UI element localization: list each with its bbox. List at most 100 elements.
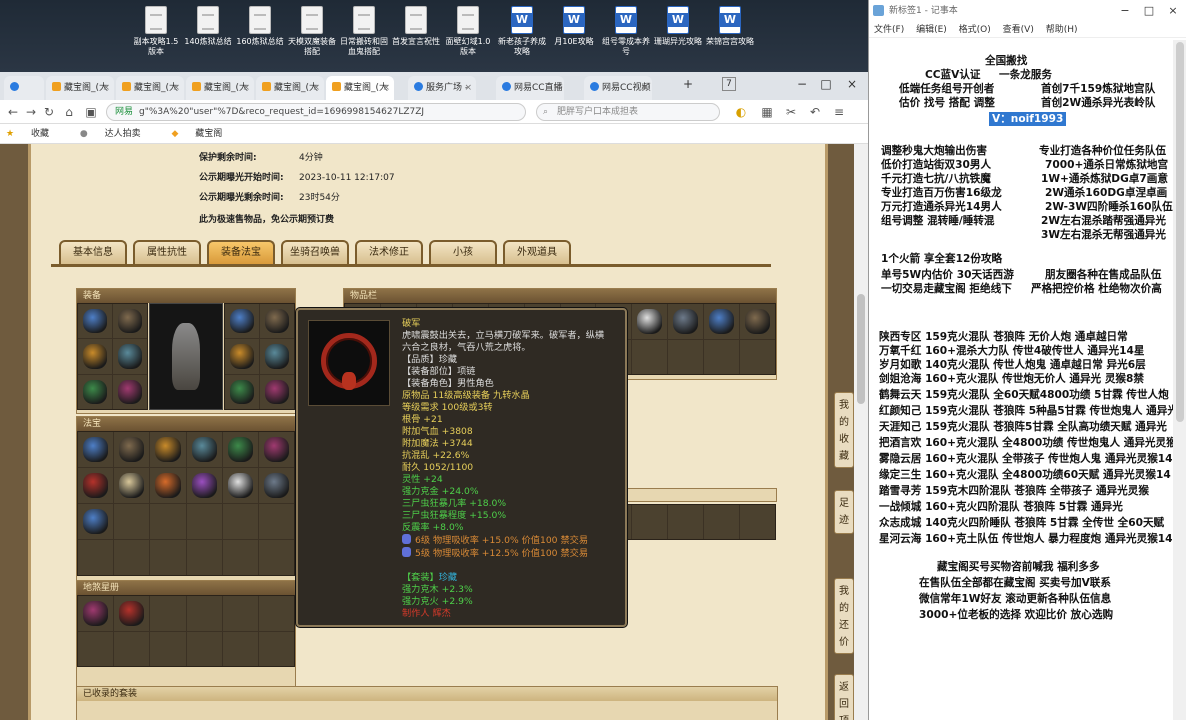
menu-view[interactable]: 查看(V) [1003,25,1034,35]
menu-edit[interactable]: 编辑(E) [916,25,947,35]
minimize-button[interactable]: − [790,74,814,94]
item-slot[interactable] [113,374,147,409]
refresh-icon[interactable]: ↻ [40,103,58,121]
extension-icon[interactable]: ◐ [732,103,750,121]
tab-basic-info[interactable]: 基本信息 [59,240,127,264]
item-slot[interactable] [222,432,258,467]
menu-file[interactable]: 文件(F) [874,25,904,35]
item-slot[interactable] [260,339,294,374]
item-slot[interactable] [150,540,186,575]
close-icon[interactable]: × [172,76,180,100]
item-slot[interactable] [114,596,150,631]
item-slot[interactable] [113,304,147,339]
close-icon[interactable]: × [242,76,250,100]
item-slot[interactable] [186,631,222,666]
browser-tab[interactable]: 藏宝阁_(大 × [186,76,254,100]
item-slot[interactable] [186,540,222,575]
tab-attributes[interactable]: 属性抗性 [133,240,201,264]
item-slot[interactable] [258,631,294,666]
tab-equipment[interactable]: 装备法宝 [207,240,275,264]
close-icon[interactable]: × [464,76,472,100]
close-icon[interactable]: × [640,76,648,100]
item-slot[interactable] [186,468,222,503]
item-slot[interactable] [260,304,294,339]
item-slot[interactable] [740,339,775,374]
maximize-button[interactable]: □ [814,74,838,94]
item-slot[interactable] [150,596,186,631]
notepad-text-area[interactable]: 全国搬找 CC蓝V认证 一条龙服务 低端任务组号开创者 首创7千159炼狱地宫队 估价 找… [869,40,1178,720]
item-slot[interactable] [114,432,150,467]
item-slot[interactable] [632,505,668,539]
bookmark-item[interactable]: ★ 收藏 [6,129,63,139]
my-favorites-button[interactable]: 我的收藏 [834,392,854,468]
desktop-icon[interactable]: 月10E攻略 [548,6,600,70]
browser-tab[interactable] [4,76,44,100]
item-slot[interactable] [258,596,294,631]
desktop-icon[interactable]: 副本攻略1.5版本 [130,6,182,70]
item-slot[interactable] [186,432,222,467]
item-slot[interactable] [150,468,186,503]
menu-icon[interactable]: ≡ [830,103,848,121]
item-slot[interactable] [78,468,114,503]
item-slot[interactable] [78,596,114,631]
tab-spells[interactable]: 法术修正 [355,240,423,264]
desktop-icon[interactable]: 140炼狱总结 [182,6,234,70]
tab-child[interactable]: 小孩 [429,240,497,264]
item-slot[interactable] [114,631,150,666]
item-slot[interactable] [704,339,740,374]
tab-appearance[interactable]: 外观道具 [503,240,571,264]
item-slot[interactable] [225,374,259,409]
item-slot[interactable] [704,304,740,339]
browser-tab[interactable]: 藏宝阁_(大 × [116,76,184,100]
browser-tab[interactable]: 网易CC视频 × [584,76,652,100]
desktop-icon[interactable]: 天模双魔装备搭配 [286,6,338,70]
scissors-icon[interactable]: ✂ [782,103,800,121]
search-input[interactable]: ⌕ 肥胖写户口本成担表 [536,103,720,121]
item-slot[interactable] [222,596,258,631]
browser-tab[interactable]: 服务广场 - × [408,76,476,100]
desktop-icon[interactable]: 日常搬砖和固血鬼搭配 [338,6,390,70]
browser-tab[interactable]: 网易CC直播 × [496,76,564,100]
item-slot[interactable] [704,505,740,539]
back-to-top-button[interactable]: 返回顶部 [834,674,854,720]
forward-arrow-icon[interactable]: → [22,103,40,121]
item-slot[interactable] [222,540,258,575]
item-slot[interactable] [668,339,704,374]
item-slot[interactable] [258,432,294,467]
item-slot[interactable] [740,505,775,539]
close-window-button[interactable]: × [1161,0,1185,22]
item-slot[interactable] [222,631,258,666]
minimize-button[interactable]: − [1113,0,1137,22]
back-arrow-icon[interactable]: ← [4,103,22,121]
item-slot[interactable] [78,432,114,467]
home-icon[interactable]: ⌂ [60,103,78,121]
item-slot[interactable] [260,374,294,409]
item-slot[interactable] [222,468,258,503]
item-slot[interactable] [150,432,186,467]
maximize-button[interactable]: □ [1137,0,1161,22]
item-slot[interactable] [668,304,704,339]
item-slot[interactable] [632,339,668,374]
close-icon[interactable]: × [552,76,560,100]
bookmark-item[interactable]: ● 达人拍卖 [80,129,155,139]
tab-count-badge[interactable]: 7 [722,77,736,91]
browser-tab[interactable]: 藏宝阁_(大 × [46,76,114,100]
item-slot[interactable] [225,339,259,374]
desktop-icon[interactable]: 首发宣言祝性 [390,6,442,70]
notepad-scrollbar[interactable] [1173,40,1186,720]
menu-help[interactable]: 帮助(H) [1046,25,1078,35]
item-slot[interactable] [78,540,114,575]
item-slot[interactable] [258,540,294,575]
item-slot[interactable] [113,339,147,374]
item-slot[interactable] [258,468,294,503]
item-slot[interactable] [668,505,704,539]
item-slot[interactable] [186,596,222,631]
desktop-icon[interactable]: 组号零成本养号 [600,6,652,70]
grid-icon[interactable]: ▦ [758,103,776,121]
item-slot[interactable] [225,304,259,339]
briefcase-icon[interactable]: ▣ [82,103,100,121]
item-slot[interactable] [632,304,668,339]
page-scrollbar[interactable] [854,144,868,720]
item-slot[interactable] [114,540,150,575]
browser-tab[interactable]: 藏宝阁_(大 × [256,76,324,100]
